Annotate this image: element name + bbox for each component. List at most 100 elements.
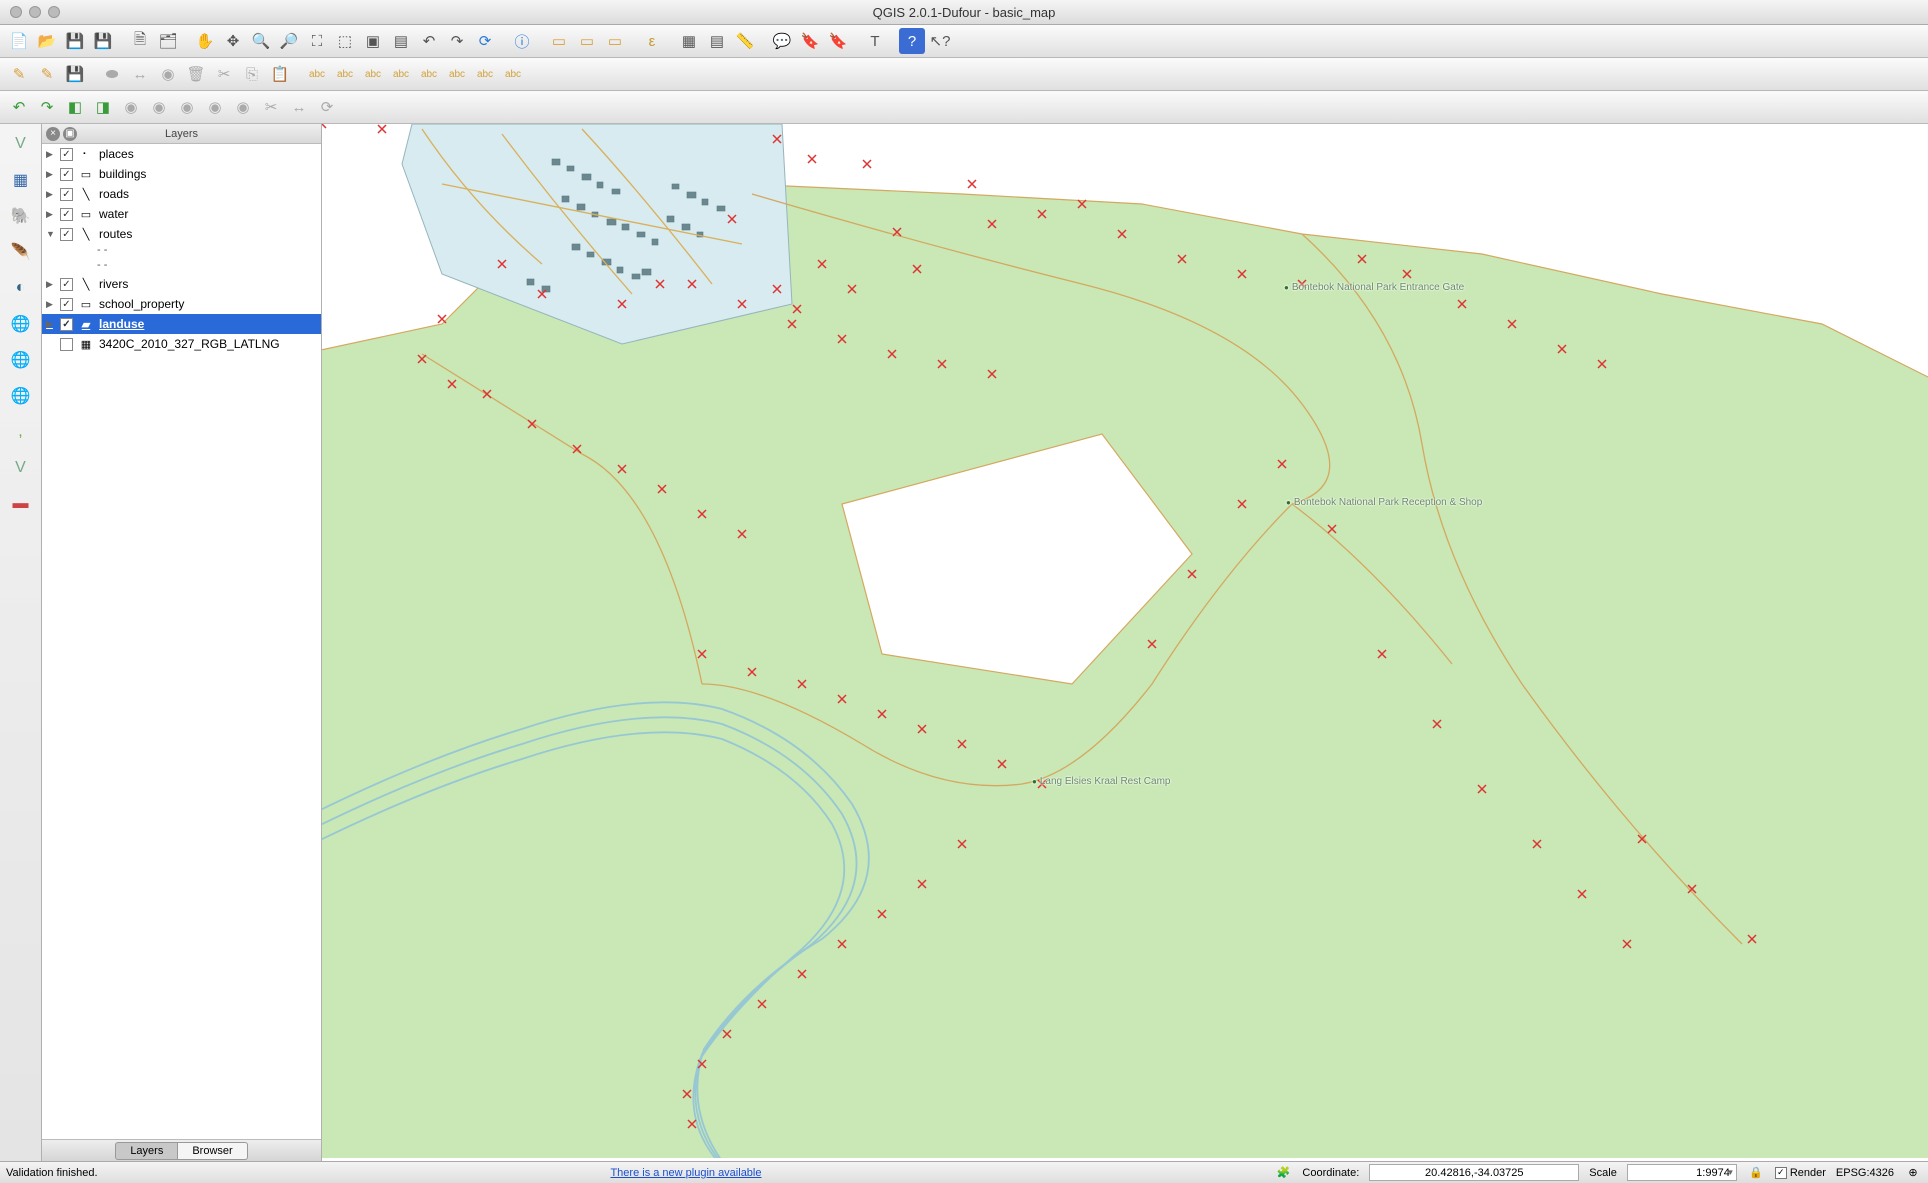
layer-row-landuse[interactable]: ▶✓▰landuse <box>42 314 321 334</box>
bookmark-new-icon[interactable]: 🔖 <box>797 28 823 54</box>
expand-icon[interactable]: ▶ <box>46 149 56 160</box>
zoom-in-icon[interactable]: 🔍 <box>248 28 274 54</box>
current-edits-icon[interactable]: ✎ <box>6 61 32 87</box>
add-wms-icon[interactable]: 🌐 <box>7 310 35 338</box>
layer-tree[interactable]: ▶✓⠂places▶✓▭buildings▶✓╲roads▶✓▭water▼✓╲… <box>42 144 321 1139</box>
adv-7-icon[interactable]: ◉ <box>230 94 256 120</box>
zoom-last-icon[interactable]: ↶ <box>416 28 442 54</box>
pan-icon[interactable]: ✋ <box>192 28 218 54</box>
adv-10-icon[interactable]: ⟳ <box>314 94 340 120</box>
adv-1-icon[interactable]: ◧ <box>62 94 88 120</box>
save-as-icon[interactable]: 💾 <box>90 28 116 54</box>
plugin-link[interactable]: There is a new plugin available <box>610 1167 761 1179</box>
add-vector-icon[interactable]: V <box>7 130 35 158</box>
label-3-icon[interactable]: abc <box>360 61 386 87</box>
adv-5-icon[interactable]: ◉ <box>174 94 200 120</box>
expand-icon[interactable]: ▶ <box>46 299 56 310</box>
map-tips-icon[interactable]: 💬 <box>769 28 795 54</box>
label-7-icon[interactable]: abc <box>472 61 498 87</box>
label-1-icon[interactable]: abc <box>304 61 330 87</box>
add-spatialite-icon[interactable]: 🪶 <box>7 238 35 266</box>
tab-layers[interactable]: Layers <box>115 1142 178 1160</box>
cut-icon[interactable]: ✂ <box>211 61 237 87</box>
close-window-icon[interactable] <box>10 6 22 18</box>
expand-icon[interactable]: ▶ <box>46 209 56 220</box>
adv-2-icon[interactable]: ◨ <box>90 94 116 120</box>
tab-browser[interactable]: Browser <box>178 1142 247 1160</box>
new-shapefile-icon[interactable]: V <box>7 454 35 482</box>
undo-icon[interactable]: ↶ <box>6 94 32 120</box>
layer-checkbox[interactable]: ✓ <box>60 278 73 291</box>
refresh-icon[interactable]: ⟳ <box>472 28 498 54</box>
add-postgis-icon[interactable]: 🐘 <box>7 202 35 230</box>
add-wcs-icon[interactable]: 🌐 <box>7 346 35 374</box>
scale-lock-icon[interactable]: 🔒 <box>1747 1164 1765 1182</box>
minimize-window-icon[interactable] <box>29 6 41 18</box>
layer-row-routes[interactable]: ▼✓╲routes <box>42 224 321 244</box>
label-8-icon[interactable]: abc <box>500 61 526 87</box>
select-expression-icon[interactable]: ▭ <box>574 28 600 54</box>
label-6-icon[interactable]: abc <box>444 61 470 87</box>
measure-icon[interactable]: 📏 <box>732 28 758 54</box>
select-icon[interactable]: ▭ <box>546 28 572 54</box>
label-4-icon[interactable]: abc <box>388 61 414 87</box>
paste-icon[interactable]: 📋 <box>267 61 293 87</box>
composer-manager-icon[interactable]: 🗂 <box>155 28 181 54</box>
add-mssql-icon[interactable]: ◐ <box>7 274 35 302</box>
new-composer-icon[interactable]: 🗎 <box>127 28 153 54</box>
layer-row-roads[interactable]: ▶✓╲roads <box>42 184 321 204</box>
whats-this-icon[interactable]: ↖? <box>927 28 953 54</box>
layer-row-water[interactable]: ▶✓▭water <box>42 204 321 224</box>
adv-9-icon[interactable]: ↔ <box>286 94 312 120</box>
label-5-icon[interactable]: abc <box>416 61 442 87</box>
layer-checkbox[interactable]: ✓ <box>60 208 73 221</box>
deselect-icon[interactable]: ▭ <box>602 28 628 54</box>
panel-close-icon[interactable]: × <box>46 127 60 141</box>
crs-icon[interactable]: ⊕ <box>1904 1164 1922 1182</box>
layer-checkbox[interactable]: ✓ <box>60 298 73 311</box>
panel-undock-icon[interactable]: ▣ <box>63 127 77 141</box>
node-tool-icon[interactable]: ◉ <box>155 61 181 87</box>
layer-row-rivers[interactable]: ▶✓╲rivers <box>42 274 321 294</box>
label-2-icon[interactable]: abc <box>332 61 358 87</box>
move-feature-icon[interactable]: ↔ <box>127 61 153 87</box>
zoom-out-icon[interactable]: 🔎 <box>276 28 302 54</box>
adv-6-icon[interactable]: ◉ <box>202 94 228 120</box>
expand-icon[interactable]: ▶ <box>46 169 56 180</box>
delete-selected-icon[interactable]: 🗑 <box>183 61 209 87</box>
layer-checkbox[interactable]: ✓ <box>60 228 73 241</box>
layer-checkbox[interactable]: ✓ <box>60 188 73 201</box>
adv-4-icon[interactable]: ◉ <box>146 94 172 120</box>
expression-icon[interactable]: ε <box>639 28 665 54</box>
layer-checkbox[interactable]: ✓ <box>60 318 73 331</box>
redo-icon[interactable]: ↷ <box>34 94 60 120</box>
pan-to-selection-icon[interactable]: ✥ <box>220 28 246 54</box>
zoom-native-icon[interactable]: ⛶ <box>304 28 330 54</box>
render-checkbox[interactable]: ✓Render <box>1775 1167 1826 1179</box>
expand-icon[interactable]: ▼ <box>46 229 56 239</box>
add-raster-icon[interactable]: ▦ <box>7 166 35 194</box>
remove-layer-icon[interactable]: ▬ <box>7 490 35 518</box>
open-project-icon[interactable]: 📂 <box>34 28 60 54</box>
expand-icon[interactable]: ▶ <box>46 279 56 290</box>
layer-checkbox[interactable] <box>60 338 73 351</box>
layer-row-places[interactable]: ▶✓⠂places <box>42 144 321 164</box>
toggle-edit-icon[interactable]: ✎ <box>34 61 60 87</box>
field-calc-icon[interactable]: ▤ <box>704 28 730 54</box>
bookmarks-icon[interactable]: 🔖 <box>825 28 851 54</box>
zoom-next-icon[interactable]: ↷ <box>444 28 470 54</box>
add-csv-icon[interactable]: , <box>7 418 35 446</box>
zoom-selection-icon[interactable]: ▣ <box>360 28 386 54</box>
help-icon[interactable]: ? <box>899 28 925 54</box>
scale-field[interactable]: 1:9974 <box>1627 1164 1737 1181</box>
layer-row-school_property[interactable]: ▶✓▭school_property <box>42 294 321 314</box>
new-project-icon[interactable]: 📄 <box>6 28 32 54</box>
identify-icon[interactable]: ⓘ <box>509 28 535 54</box>
save-project-icon[interactable]: 💾 <box>62 28 88 54</box>
zoom-layer-icon[interactable]: ▤ <box>388 28 414 54</box>
adv-8-icon[interactable]: ✂ <box>258 94 284 120</box>
layer-row-3420C_2010_327_RGB_LATLNG[interactable]: ▦3420C_2010_327_RGB_LATLNG <box>42 334 321 354</box>
layer-checkbox[interactable]: ✓ <box>60 148 73 161</box>
adv-3-icon[interactable]: ◉ <box>118 94 144 120</box>
map-canvas[interactable]: Bontebok National Park Entrance GateBont… <box>322 124 1928 1161</box>
